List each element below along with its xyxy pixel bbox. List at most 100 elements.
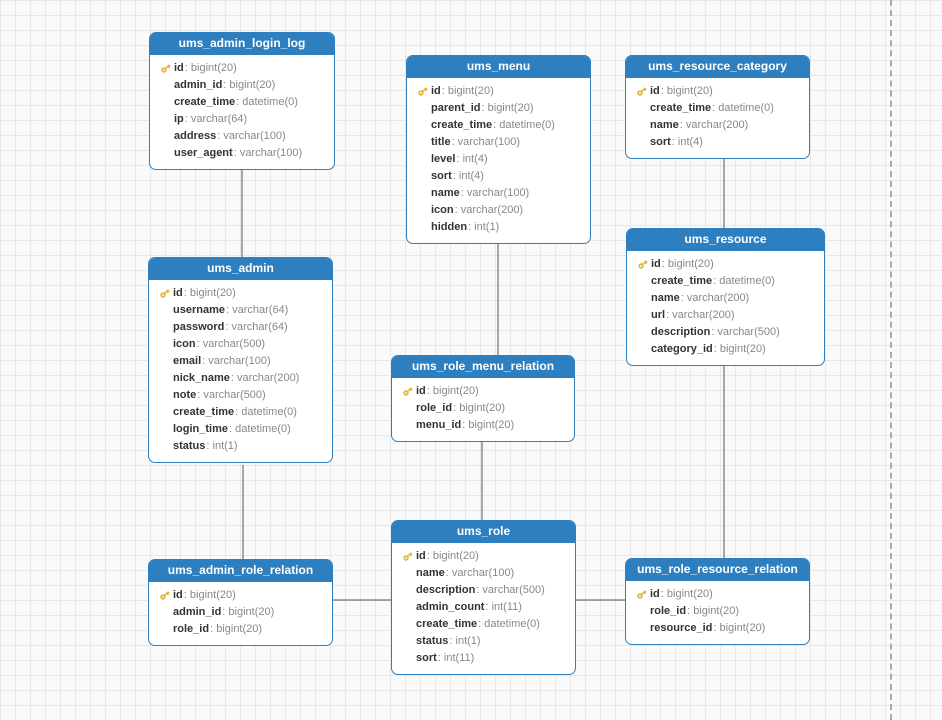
primary-key-icon [157,589,171,603]
column-type: : bigint(20) [462,417,514,434]
column-name: username [173,302,225,319]
column-row: icon: varchar(500) [157,336,324,353]
column-name: name [650,117,679,134]
column-name: url [651,307,665,324]
page-boundary-line [890,0,892,720]
entity-columns: id: bigint(20)admin_id: bigint(20)role_i… [149,582,332,645]
column-name: status [416,633,448,650]
column-name: id [416,383,426,400]
column-name: create_time [431,117,492,134]
column-type: : bigint(20) [661,83,713,100]
key-icon-placeholder [415,170,429,184]
column-type: : int(4) [672,134,703,151]
column-type: : varchar(500) [711,324,779,341]
column-name: id [650,586,660,603]
primary-key-icon [157,287,171,301]
column-row: name: varchar(100) [400,565,567,582]
column-row: email: varchar(100) [157,353,324,370]
column-name: role_id [173,621,209,638]
column-type: : varchar(500) [197,387,265,404]
column-name: status [173,438,205,455]
column-name: name [416,565,445,582]
column-row: name: varchar(100) [415,185,582,202]
entity-title: ums_menu [407,56,590,78]
entity-columns: id: bigint(20)create_time: datetime(0)na… [627,251,824,365]
column-name: id [431,83,441,100]
column-name: id [651,256,661,273]
entity-title: ums_admin_login_log [150,33,334,55]
primary-key-icon [635,258,649,272]
column-name: parent_id [431,100,481,117]
column-type: : bigint(20) [185,60,237,77]
column-name: description [651,324,710,341]
column-row: status: int(1) [157,438,324,455]
column-name: email [173,353,201,370]
entity-ums_resource[interactable]: ums_resourceid: bigint(20)create_time: d… [626,228,825,366]
column-name: role_id [416,400,452,417]
key-icon-placeholder [157,338,171,352]
entity-columns: id: bigint(20)parent_id: bigint(20)creat… [407,78,590,243]
column-type: : int(4) [453,168,484,185]
column-row: sort: int(4) [415,168,582,185]
entity-ums_admin_role_relation[interactable]: ums_admin_role_relationid: bigint(20)adm… [148,559,333,646]
column-type: : int(11) [438,650,474,667]
column-type: : int(1) [468,219,499,236]
key-icon-placeholder [635,343,649,357]
column-type: : bigint(20) [442,83,494,100]
key-icon-placeholder [157,423,171,437]
entity-columns: id: bigint(20)create_time: datetime(0)na… [626,78,809,158]
column-row: id: bigint(20) [634,586,801,603]
column-row: id: bigint(20) [415,83,582,100]
key-icon-placeholder [634,119,648,133]
column-row: title: varchar(100) [415,134,582,151]
entity-title: ums_role [392,521,575,543]
key-icon-placeholder [157,304,171,318]
column-type: : varchar(200) [455,202,523,219]
column-row: parent_id: bigint(20) [415,100,582,117]
column-row: create_time: datetime(0) [157,404,324,421]
column-name: id [416,548,426,565]
entity-ums_admin[interactable]: ums_adminid: bigint(20)username: varchar… [148,257,333,463]
column-type: : bigint(20) [687,603,739,620]
column-type: : datetime(0) [493,117,555,134]
column-row: resource_id: bigint(20) [634,620,801,637]
column-row: id: bigint(20) [158,60,326,77]
column-row: create_time: datetime(0) [415,117,582,134]
entity-ums_menu[interactable]: ums_menuid: bigint(20)parent_id: bigint(… [406,55,591,244]
column-name: name [651,290,680,307]
key-icon-placeholder [157,406,171,420]
column-type: : datetime(0) [236,94,298,111]
column-row: create_time: datetime(0) [400,616,567,633]
entity-ums_role_resource_relation[interactable]: ums_role_resource_relationid: bigint(20)… [625,558,810,645]
column-row: icon: varchar(200) [415,202,582,219]
entity-title: ums_resource [627,229,824,251]
key-icon-placeholder [635,292,649,306]
entity-ums_role[interactable]: ums_roleid: bigint(20)name: varchar(100)… [391,520,576,675]
key-icon-placeholder [158,147,172,161]
column-type: : bigint(20) [223,77,275,94]
key-icon-placeholder [157,606,171,620]
key-icon-placeholder [634,622,648,636]
entity-ums_admin_login_log[interactable]: ums_admin_login_logid: bigint(20)admin_i… [149,32,335,170]
column-name: sort [431,168,452,185]
entity-ums_resource_category[interactable]: ums_resource_categoryid: bigint(20)creat… [625,55,810,159]
key-icon-placeholder [158,96,172,110]
key-icon-placeholder [400,652,414,666]
entity-ums_role_menu_relation[interactable]: ums_role_menu_relationid: bigint(20)role… [391,355,575,442]
key-icon-placeholder [415,136,429,150]
column-row: menu_id: bigint(20) [400,417,566,434]
column-row: password: varchar(64) [157,319,324,336]
column-row: description: varchar(500) [635,324,816,341]
column-type: : varchar(64) [225,319,287,336]
column-type: : varchar(100) [461,185,529,202]
column-name: id [173,285,183,302]
column-name: title [431,134,451,151]
column-type: : varchar(100) [446,565,514,582]
key-icon-placeholder [400,402,414,416]
column-row: category_id: bigint(20) [635,341,816,358]
key-icon-placeholder [415,204,429,218]
column-type: : bigint(20) [427,383,479,400]
column-type: : varchar(200) [666,307,734,324]
column-row: sort: int(4) [634,134,801,151]
column-type: : varchar(64) [226,302,288,319]
